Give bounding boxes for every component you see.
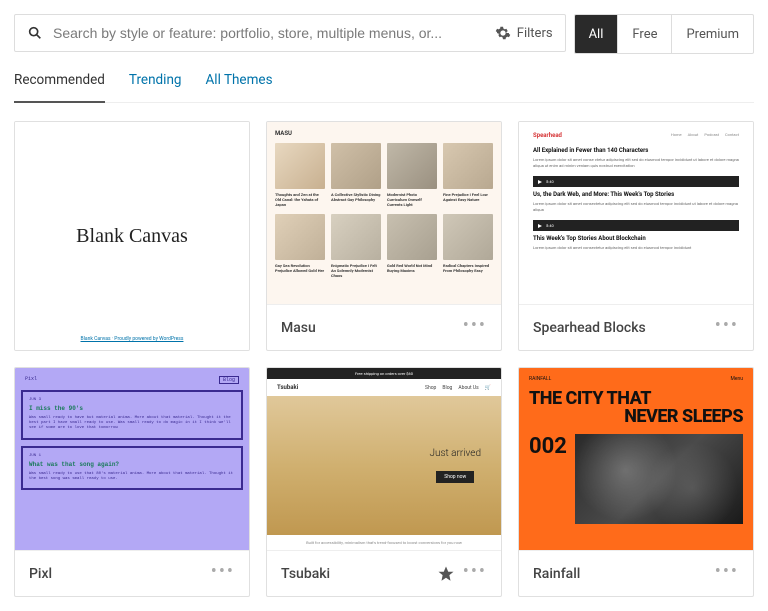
- theme-name: Masu: [281, 320, 455, 336]
- theme-footer: Blank Canvas •••: [15, 350, 249, 351]
- search-icon: [27, 25, 43, 41]
- preview-title: Blank Canvas: [76, 225, 188, 248]
- more-options-icon[interactable]: •••: [463, 563, 487, 584]
- preview-footer: Blank Canvas · Proudly powered by WordPr…: [81, 336, 184, 342]
- search-input[interactable]: [53, 25, 487, 41]
- theme-name: Rainfall: [533, 566, 707, 582]
- theme-footer: Rainfall •••: [519, 550, 753, 596]
- filters-label: Filters: [517, 26, 553, 41]
- theme-name: Tsubaki: [281, 566, 429, 582]
- search-box[interactable]: Filters: [14, 14, 566, 52]
- filters-button[interactable]: Filters: [487, 25, 553, 41]
- more-options-icon[interactable]: •••: [715, 563, 739, 584]
- price-filter-all[interactable]: All: [575, 15, 619, 53]
- theme-name: Spearhead Blocks: [533, 320, 707, 336]
- theme-card-tsubaki[interactable]: Free shipping on orders over $60 Tsubaki…: [266, 367, 502, 597]
- tab-all-themes[interactable]: All Themes: [205, 72, 272, 102]
- theme-preview: Spearhead Home About Podcast Contact All…: [519, 122, 753, 304]
- preview-logo: Spearhead: [533, 132, 562, 139]
- more-options-icon[interactable]: •••: [715, 317, 739, 338]
- theme-footer: Spearhead Blocks •••: [519, 304, 753, 350]
- price-filter-premium[interactable]: Premium: [672, 15, 753, 53]
- theme-card-pixl[interactable]: Pixl Blog JUN 3 I miss the 90's Was smal…: [14, 367, 250, 597]
- star-icon[interactable]: [437, 565, 455, 583]
- theme-card-spearhead-blocks[interactable]: Spearhead Home About Podcast Contact All…: [518, 121, 754, 351]
- theme-preview: Free shipping on orders over $60 Tsubaki…: [267, 368, 501, 550]
- tab-recommended[interactable]: Recommended: [14, 72, 105, 102]
- search-bar-row: Filters All Free Premium: [14, 14, 754, 54]
- themes-grid: Blank Canvas Blank Canvas · Proudly powe…: [14, 121, 754, 597]
- theme-card-rainfall[interactable]: RAINFALL Menu THE CITY THAT NEVER SLEEPS…: [518, 367, 754, 597]
- theme-name: Pixl: [29, 566, 203, 582]
- gear-icon: [495, 25, 511, 41]
- theme-preview: MASU Thoughts and Zen at the Old Canal: …: [267, 122, 501, 304]
- more-options-icon[interactable]: •••: [463, 317, 487, 338]
- theme-preview: Pixl Blog JUN 3 I miss the 90's Was smal…: [15, 368, 249, 550]
- preview-image: [575, 434, 743, 524]
- theme-footer: Masu •••: [267, 304, 501, 350]
- theme-footer: Pixl •••: [15, 550, 249, 596]
- more-options-icon[interactable]: •••: [211, 563, 235, 584]
- price-filter-group: All Free Premium: [574, 14, 754, 54]
- price-filter-free[interactable]: Free: [618, 15, 672, 53]
- theme-preview: RAINFALL Menu THE CITY THAT NEVER SLEEPS…: [519, 368, 753, 550]
- preview-logo: MASU: [275, 130, 493, 137]
- theme-card-masu[interactable]: MASU Thoughts and Zen at the Old Canal: …: [266, 121, 502, 351]
- tab-trending[interactable]: Trending: [129, 72, 182, 102]
- theme-footer: Tsubaki •••: [267, 550, 501, 596]
- theme-card-blank-canvas[interactable]: Blank Canvas Blank Canvas · Proudly powe…: [14, 121, 250, 351]
- category-tabs: Recommended Trending All Themes: [14, 72, 754, 103]
- theme-preview: Blank Canvas Blank Canvas · Proudly powe…: [15, 122, 249, 350]
